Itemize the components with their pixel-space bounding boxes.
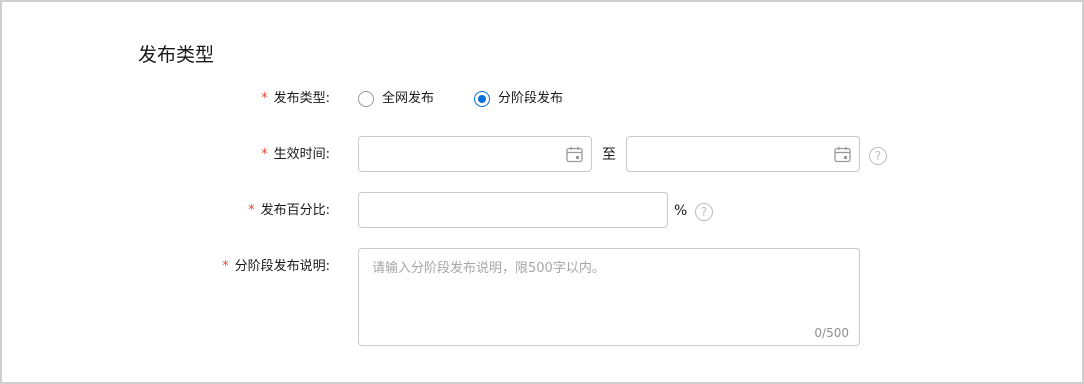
description-textarea[interactable]: 请输入分阶段发布说明，限500字以内。 0/500 bbox=[358, 248, 860, 346]
effective-time-help-icon[interactable]: ? bbox=[869, 147, 887, 165]
release-percent-label: * 发布百分比: bbox=[248, 201, 330, 221]
description-label: * 分阶段发布说明: bbox=[222, 257, 330, 277]
release-type-label: * 发布类型: bbox=[261, 89, 330, 109]
effective-time-label-text: 生效时间: bbox=[273, 147, 330, 162]
radio-full-network-circle[interactable] bbox=[358, 91, 374, 107]
required-mark: * bbox=[261, 91, 268, 106]
required-mark: * bbox=[261, 147, 268, 162]
percent-unit: % bbox=[674, 203, 688, 219]
release-percent-input[interactable] bbox=[358, 192, 668, 228]
release-percent-help-icon[interactable]: ? bbox=[695, 203, 713, 221]
radio-phased-label[interactable]: 分阶段发布 bbox=[498, 89, 563, 109]
start-date-input[interactable] bbox=[358, 136, 592, 172]
radio-phased-circle[interactable] bbox=[474, 91, 491, 107]
required-mark: * bbox=[248, 203, 255, 218]
required-mark: * bbox=[222, 259, 229, 274]
description-label-text: 分阶段发布说明: bbox=[234, 259, 330, 274]
radio-full-network[interactable]: 全网发布 bbox=[358, 89, 434, 109]
release-percent-label-text: 发布百分比: bbox=[260, 203, 330, 218]
section-title: 发布类型 bbox=[138, 44, 215, 66]
release-type-label-text: 发布类型: bbox=[273, 91, 330, 106]
end-date-input[interactable] bbox=[626, 136, 860, 172]
release-type-radio-group: 全网发布 分阶段发布 bbox=[358, 89, 603, 109]
description-char-counter: 0/500 bbox=[814, 326, 849, 340]
calendar-icon[interactable] bbox=[566, 146, 583, 163]
radio-phased[interactable]: 分阶段发布 bbox=[474, 89, 563, 109]
description-placeholder: 请输入分阶段发布说明，限500字以内。 bbox=[372, 261, 605, 276]
date-range-separator: 至 bbox=[602, 147, 616, 163]
calendar-icon[interactable] bbox=[834, 146, 851, 163]
radio-full-network-label[interactable]: 全网发布 bbox=[382, 89, 434, 109]
effective-time-label: * 生效时间: bbox=[261, 145, 330, 165]
